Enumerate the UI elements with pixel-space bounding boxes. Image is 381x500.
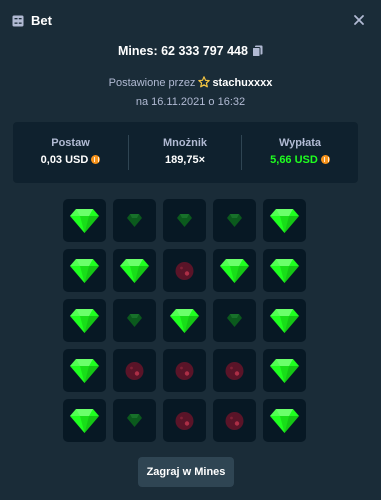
stat-bet: Postaw 0,03 USD [13,122,128,183]
stat-payout-label: Wypłata [279,137,321,149]
gem-tile [63,349,106,392]
copy-icon[interactable] [251,45,263,57]
gem-tile [63,249,106,292]
gem-tile [63,199,106,242]
bet-stats-panel: Postaw 0,03 USD Mnożnik 189,75× Wypłata … [13,122,358,183]
play-mines-button[interactable]: Zagraj w Mines [138,457,234,487]
gem-tile [63,399,106,442]
gem-tile [113,249,156,292]
stat-payout: Wypłata 5,66 USD [242,122,358,183]
gem-tile-unrevealed [113,399,156,442]
close-icon[interactable] [353,13,365,25]
gem-tile-unrevealed [113,199,156,242]
mine-tile [213,349,256,392]
bet-id: Mines: 62 333 797 448 [0,44,381,58]
gem-tile [263,349,306,392]
bet-date: na 16.11.2021 o 16:32 [135,96,246,108]
stat-bet-value: 0,03 USD [13,154,128,166]
username-link[interactable]: stachuxxxx [212,77,272,89]
bitcoin-icon [320,155,330,164]
placed-by-label: Postawione przez [108,77,196,89]
stat-multiplier-value: 189,75× [164,154,206,166]
gem-tile-unrevealed [163,199,206,242]
gem-tile [263,249,306,292]
bitcoin-icon [91,155,101,164]
stat-multiplier: Mnożnik 189,75× [129,122,241,183]
gem-tile [263,399,306,442]
mine-tile [213,399,256,442]
stat-payout-value: 5,66 USD [242,154,358,166]
gem-tile [263,299,306,342]
modal-title: Bet [31,13,52,28]
gem-tile [63,299,106,342]
gem-tile [213,249,256,292]
modal-header: Bet [0,0,381,40]
mine-tile [113,349,156,392]
stat-payout-amount: 5,66 USD [270,154,318,166]
bet-slip-icon [12,14,24,27]
placed-by: Postawione przez stachuxxxx [0,76,381,89]
mine-tile [163,349,206,392]
mine-tile [163,249,206,292]
stat-bet-amount: 0,03 USD [40,154,89,166]
star-icon [198,76,211,88]
gem-tile [163,299,206,342]
stat-multiplier-label: Mnożnik [163,137,207,149]
mines-grid [63,199,308,444]
bet-id-text: Mines: 62 333 797 448 [118,44,248,58]
gem-tile [263,199,306,242]
bet-modal: Bet Mines: 62 333 797 448 Postawione prz… [0,0,381,500]
gem-tile-unrevealed [213,199,256,242]
gem-tile-unrevealed [113,299,156,342]
gem-tile-unrevealed [213,299,256,342]
stat-bet-label: Postaw [51,137,90,149]
mine-tile [163,399,206,442]
